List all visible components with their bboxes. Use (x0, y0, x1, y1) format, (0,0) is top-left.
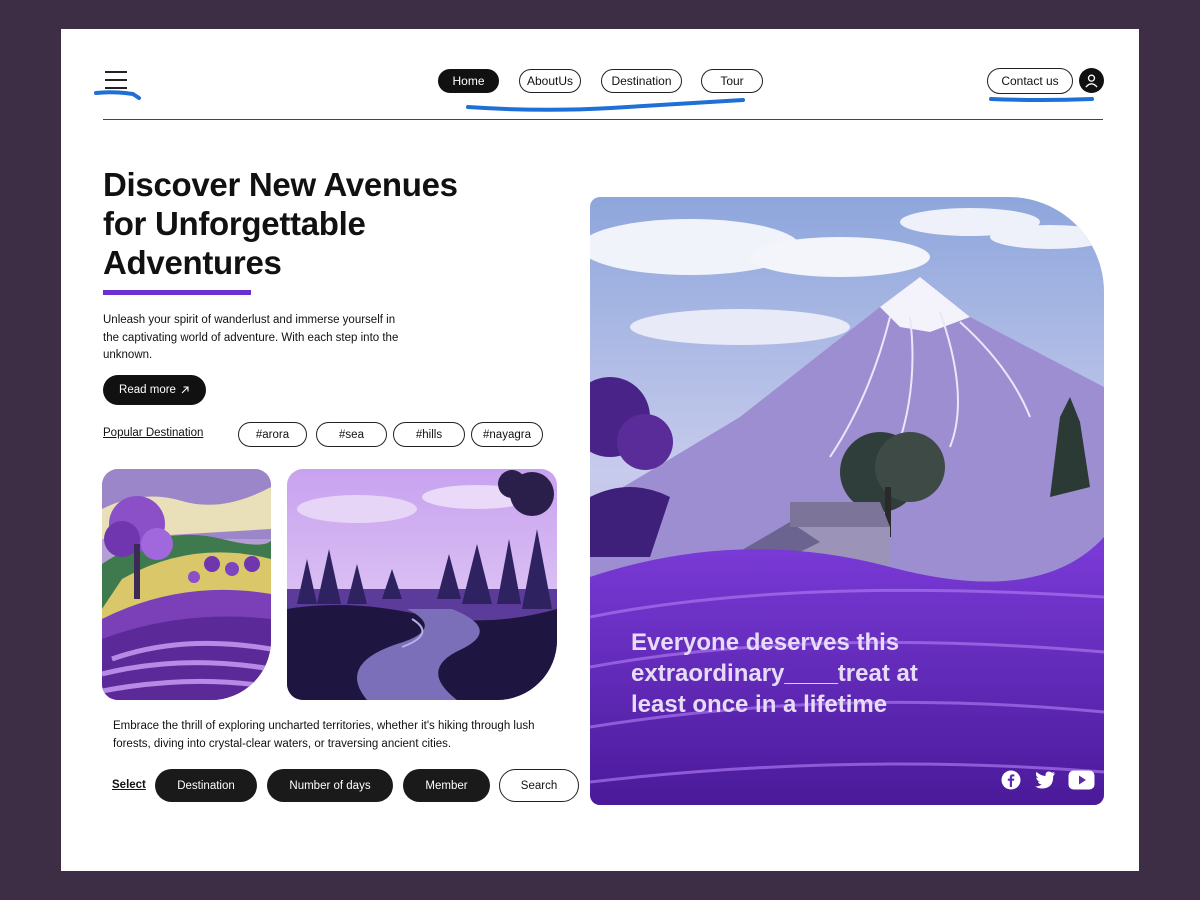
facebook-icon[interactable] (1000, 769, 1022, 791)
tag-hills[interactable]: #hills (393, 422, 465, 447)
hills-illustration (102, 469, 271, 700)
contact-us-button[interactable]: Contact us (987, 68, 1073, 94)
hills-destination-image[interactable] (102, 469, 271, 700)
annotation-scribble (989, 97, 1094, 102)
read-more-label: Read more (119, 384, 176, 396)
embrace-description: Embrace the thrill of exploring uncharte… (113, 720, 535, 750)
landing-page: Home AboutUs Destination Tour Contact us… (61, 29, 1139, 871)
destination-filter-button[interactable]: Destination (155, 769, 257, 802)
youtube-icon[interactable] (1067, 769, 1095, 791)
nav-home[interactable]: Home (438, 69, 499, 93)
header-divider (103, 119, 1103, 120)
user-avatar-icon[interactable] (1079, 68, 1104, 93)
nav-about-us[interactable]: AboutUs (519, 69, 581, 93)
annotation-scribble (466, 98, 745, 112)
title-underline (103, 290, 251, 295)
feature-quote: Everyone deserves this extraordinary____… (631, 629, 918, 718)
river-forest-image[interactable] (287, 469, 557, 700)
select-label[interactable]: Select (112, 779, 146, 791)
twitter-icon[interactable] (1033, 769, 1057, 791)
menu-icon[interactable] (105, 71, 131, 93)
number-of-days-filter-button[interactable]: Number of days (267, 769, 393, 802)
hero-title-line: Discover New Avenues (103, 166, 458, 203)
hero-title: Discover New Avenues for Unforgettable A… (103, 165, 523, 282)
feature-lavender-image: Everyone deserves this extraordinary____… (590, 197, 1104, 805)
tag-sea[interactable]: #sea (316, 422, 387, 447)
search-button[interactable]: Search (499, 769, 579, 802)
popular-destination-link[interactable]: Popular Destination (103, 427, 203, 439)
river-forest-illustration (287, 469, 557, 700)
tag-nayagra[interactable]: #nayagra (471, 422, 543, 447)
nav-destination[interactable]: Destination (601, 69, 682, 93)
hero-title-line: for Unforgettable (103, 205, 366, 242)
member-filter-button[interactable]: Member (403, 769, 490, 802)
tag-arora[interactable]: #arora (238, 422, 307, 447)
hero-description: Unleash your spirit of wanderlust and im… (103, 314, 399, 361)
arrow-up-right-icon (181, 386, 189, 394)
hero-title-line: Adventures (103, 244, 282, 281)
read-more-button[interactable]: Read more (103, 375, 206, 405)
nav-tour[interactable]: Tour (701, 69, 763, 93)
